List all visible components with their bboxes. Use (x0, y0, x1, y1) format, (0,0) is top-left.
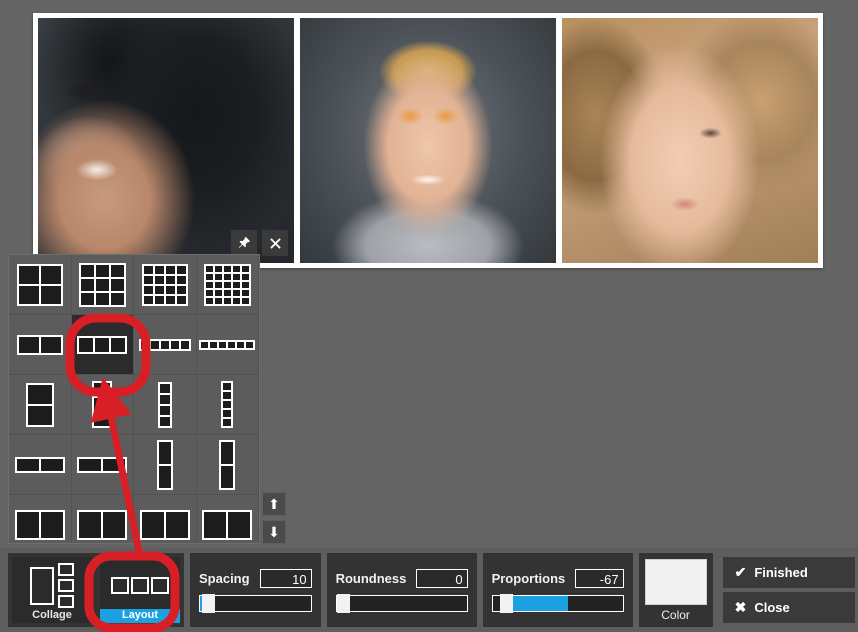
action-button-group: ✔ Finished ✖ Close (719, 553, 858, 627)
layout-1x2-row-cell[interactable] (9, 315, 72, 375)
layout-3x3-thumbnail (80, 264, 124, 305)
close-button-label: Close (754, 600, 790, 615)
close-icon[interactable] (262, 230, 288, 256)
mode-group: Collage Layout (8, 553, 184, 627)
proportions-slider[interactable] (491, 593, 624, 613)
layout-mixed-a-cell[interactable] (9, 495, 72, 543)
proportions-slider-knob[interactable] (500, 593, 514, 613)
layout-1x5-row-cell[interactable] (134, 315, 197, 375)
proportions-label: Proportions (491, 570, 566, 586)
collage-mode-label: Collage (32, 609, 72, 621)
layout-1x3-row-cell[interactable] (71, 315, 134, 375)
layout-mixed-d-thumbnail (204, 511, 251, 538)
layout-scroll-controls[interactable]: ⬆ ⬇ (262, 492, 286, 548)
finished-button[interactable]: ✔ Finished (722, 557, 855, 588)
layout-mixed-d-cell[interactable] (196, 495, 259, 543)
layout-3x1-col-thumbnail (94, 383, 111, 426)
layout-tall-2-cell[interactable] (134, 435, 197, 495)
layout-mixed-b-cell[interactable] (71, 495, 134, 543)
layout-2x1-col-cell[interactable] (9, 375, 72, 435)
collage-photo-3[interactable] (562, 18, 818, 263)
color-group: Color (638, 553, 713, 627)
collage-photo-2[interactable] (300, 18, 556, 263)
color-swatch[interactable] (644, 558, 707, 605)
roundness-slider[interactable] (335, 593, 468, 613)
layout-4x4-thumbnail (143, 265, 186, 304)
editor-canvas: ⬆ ⬇ (0, 0, 858, 548)
roundness-value[interactable]: 0 (416, 568, 468, 588)
pin-icon[interactable] (231, 230, 257, 256)
layout-2x1-col-thumbnail (27, 384, 52, 425)
layout-tall-2-thumbnail (158, 441, 171, 488)
collage-photo-1[interactable] (38, 18, 294, 263)
roundness-label: Roundness (335, 570, 407, 586)
collage-preview[interactable] (33, 13, 823, 268)
layout-3x1-col-cell[interactable] (71, 375, 134, 435)
layout-mode-icon (111, 562, 169, 609)
close-button[interactable]: ✖ Close (722, 592, 855, 623)
layout-picker-panel[interactable] (8, 254, 260, 544)
layout-mixed-c-cell[interactable] (134, 495, 197, 543)
layout-mixed-b-thumbnail (79, 511, 126, 538)
proportions-group: Proportions -67 (482, 553, 633, 627)
roundness-slider-knob[interactable] (336, 593, 350, 613)
spacing-label: Spacing (199, 570, 250, 586)
layout-1x2-row-thumbnail (18, 336, 61, 353)
scroll-up-icon[interactable]: ⬆ (262, 492, 286, 516)
layout-5x5-thumbnail (205, 265, 249, 304)
bottom-toolbar: Collage Layout Spacing 10 Roundness 0 Pr… (0, 548, 858, 632)
layout-4x4-cell[interactable] (134, 255, 197, 315)
spacing-group: Spacing 10 (190, 553, 321, 627)
collage-mode-icon (30, 562, 74, 609)
layout-1x6-row-cell[interactable] (196, 315, 259, 375)
layout-mode-label: Layout (100, 609, 180, 623)
layout-5x1-col-thumbnail (223, 383, 232, 426)
layout-tall-2b-cell[interactable] (196, 435, 259, 495)
layout-mixed-c-thumbnail (141, 511, 188, 538)
layout-mixed-a-thumbnail (16, 511, 63, 538)
finished-button-label: Finished (754, 565, 808, 580)
layout-2x2-cell[interactable] (9, 255, 72, 315)
layout-1x3-row-thumbnail (79, 337, 126, 352)
spacing-slider-knob[interactable] (202, 593, 216, 613)
spacing-value[interactable]: 10 (259, 568, 312, 588)
roundness-group: Roundness 0 (326, 553, 477, 627)
check-icon: ✔ (734, 564, 747, 580)
layout-3x3-cell[interactable] (71, 255, 134, 315)
layout-1x5-row-thumbnail (140, 340, 189, 349)
scroll-down-icon[interactable]: ⬇ (262, 520, 286, 544)
color-label: Color (661, 607, 690, 622)
layout-wide-2-cell[interactable] (9, 435, 72, 495)
collage-mode-button[interactable]: Collage (12, 557, 92, 623)
layout-2x2-thumbnail (18, 265, 61, 304)
layout-wide-2b-thumbnail (79, 458, 126, 471)
layout-4x1-col-thumbnail (159, 383, 170, 426)
layout-wide-2-thumbnail (16, 458, 63, 471)
layout-4x1-col-cell[interactable] (134, 375, 197, 435)
proportions-value[interactable]: -67 (575, 568, 624, 588)
layout-5x1-col-cell[interactable] (196, 375, 259, 435)
layout-1x6-row-thumbnail (201, 341, 254, 348)
layout-wide-2b-cell[interactable] (71, 435, 134, 495)
spacing-slider[interactable] (199, 593, 312, 613)
cross-icon: ✖ (734, 599, 747, 615)
layout-5x5-cell[interactable] (196, 255, 259, 315)
layout-thumbnail-grid[interactable] (9, 255, 259, 543)
layout-tall-2b-thumbnail (221, 441, 234, 488)
layout-mode-button[interactable]: Layout (100, 557, 180, 623)
